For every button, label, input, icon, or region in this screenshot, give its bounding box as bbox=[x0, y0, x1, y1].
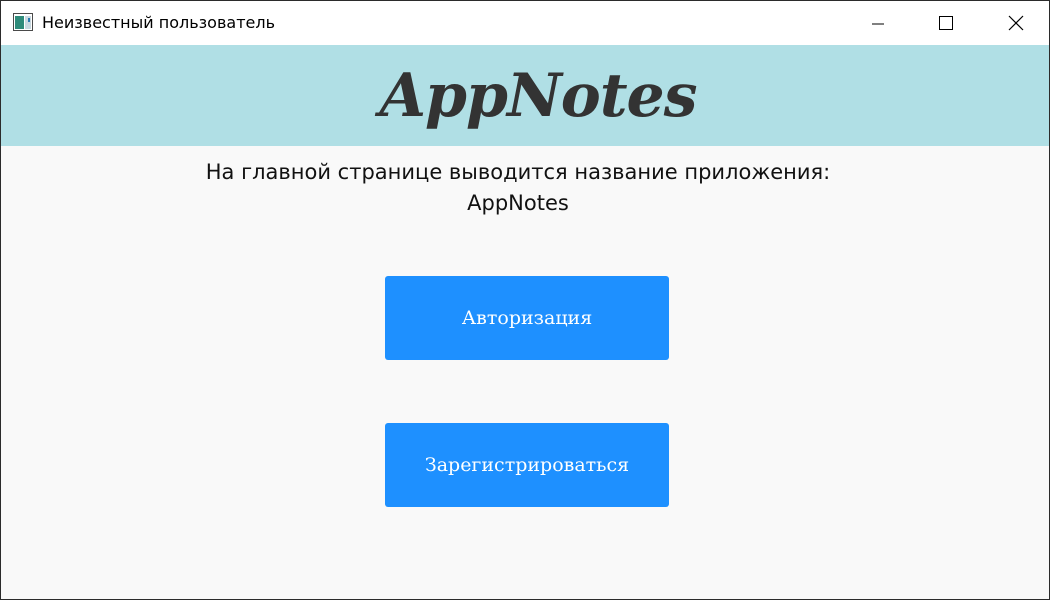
description-text: На главной странице выводится название п… bbox=[205, 160, 831, 184]
close-button[interactable] bbox=[981, 1, 1049, 45]
app-window-icon bbox=[13, 13, 33, 31]
maximize-icon bbox=[939, 16, 953, 30]
description-app-name: AppNotes bbox=[467, 191, 569, 215]
minimize-button[interactable] bbox=[843, 1, 913, 45]
login-button[interactable]: Авторизация bbox=[385, 276, 669, 360]
title-bar: Неизвестный пользователь bbox=[1, 1, 1049, 45]
maximize-button[interactable] bbox=[911, 1, 981, 45]
header-banner: AppNotes bbox=[1, 45, 1049, 146]
page-description: На главной странице выводится название п… bbox=[1, 157, 1035, 219]
app-title: AppNotes bbox=[379, 60, 698, 131]
close-icon bbox=[1008, 15, 1024, 31]
minimize-icon bbox=[872, 23, 884, 25]
window-title: Неизвестный пользователь bbox=[42, 13, 276, 32]
register-button[interactable]: Зарегистрироваться bbox=[385, 423, 669, 507]
app-window: Неизвестный пользователь AppNotes На гла… bbox=[0, 0, 1050, 600]
